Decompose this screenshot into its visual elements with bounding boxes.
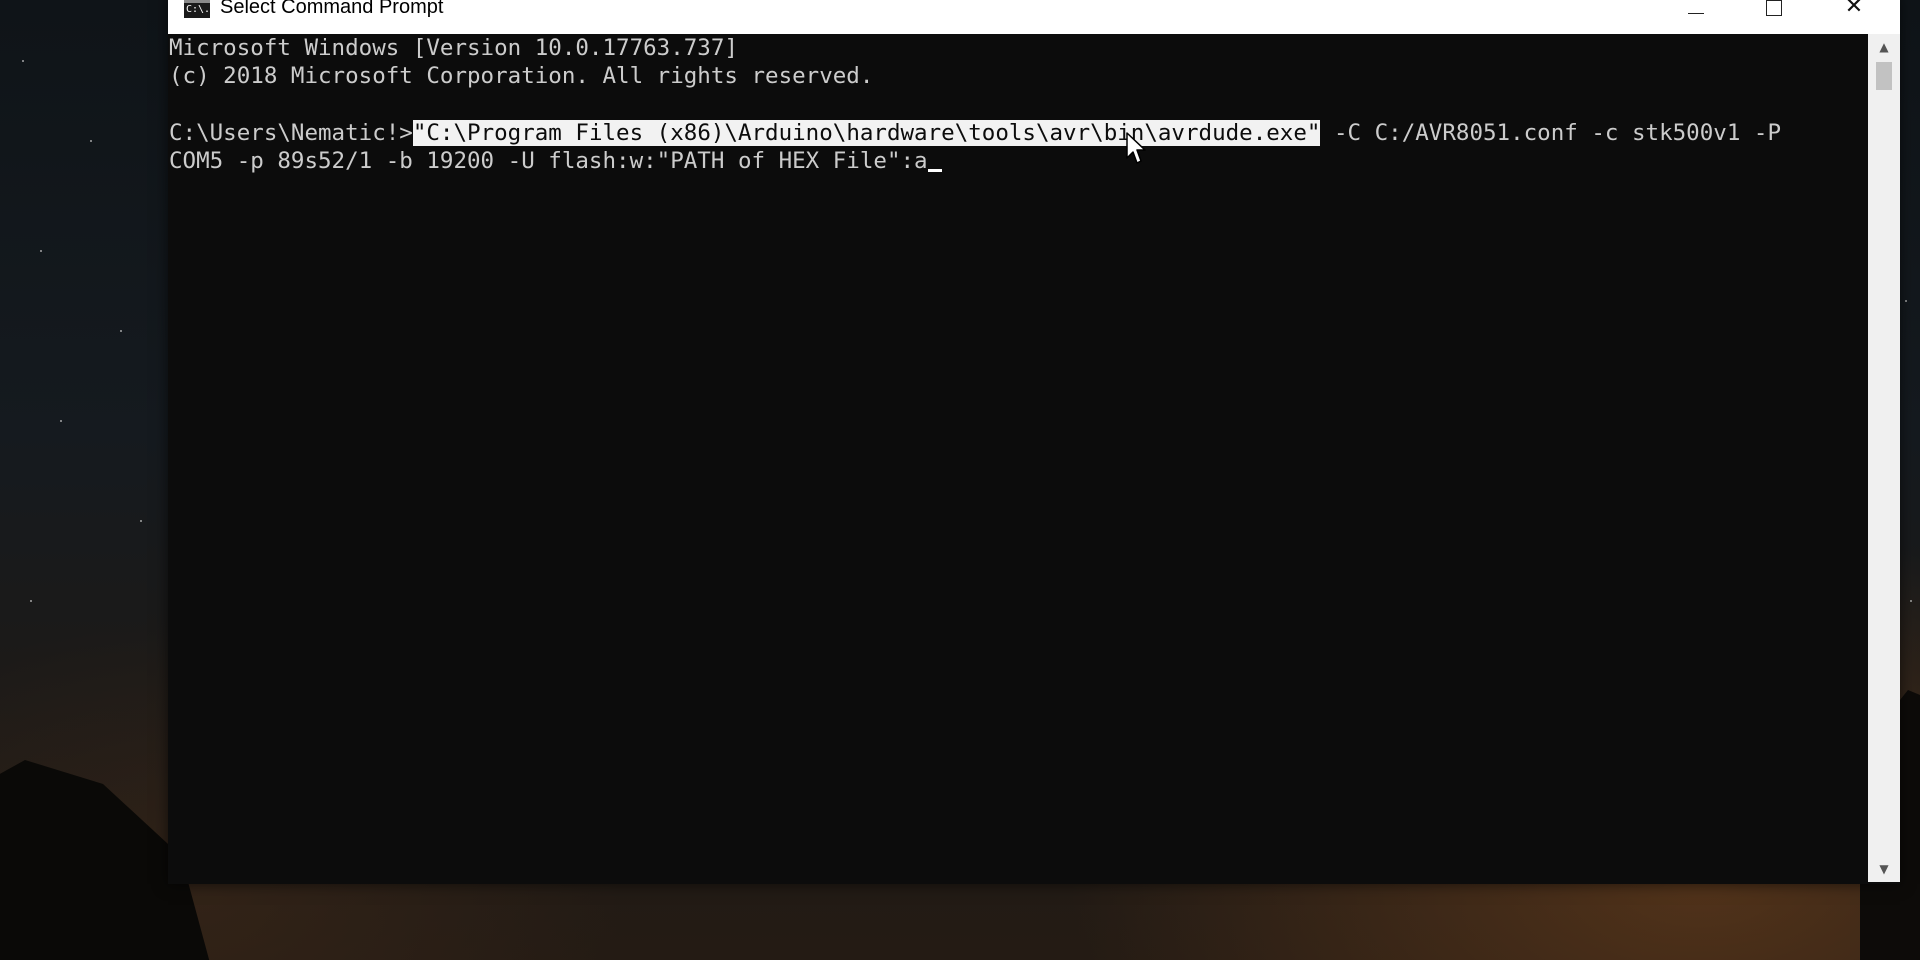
console-output[interactable]: Microsoft Windows [Version 10.0.17763.73…	[168, 34, 1868, 882]
close-button[interactable]: ✕	[1816, 0, 1892, 28]
cmd-icon: C:\.	[184, 0, 210, 18]
command-text-continued: COM5 -p 89s52/1 -b 19200 -U flash:w:"PAT…	[169, 147, 928, 174]
chevron-down-icon: ▼	[1879, 862, 1889, 876]
star	[120, 330, 122, 332]
title-bar[interactable]: C:\. Select Command Prompt ✕	[168, 0, 1900, 34]
command-line-continued[interactable]: COM5 -p 89s52/1 -b 19200 -U flash:w:"PAT…	[169, 147, 942, 175]
star	[22, 60, 24, 62]
vertical-scrollbar[interactable]: ▲ ▼	[1868, 34, 1900, 882]
selected-text[interactable]: "C:\Program Files (x86)\Arduino\hardware…	[412, 119, 1321, 146]
prompt-text: C:\Users\Nematic!>	[169, 119, 413, 146]
scroll-down-button[interactable]: ▼	[1868, 856, 1900, 882]
text-cursor	[927, 168, 942, 172]
command-prompt-window[interactable]: C:\. Select Command Prompt ✕ Microsoft W…	[168, 0, 1900, 884]
mouse-pointer-icon	[1126, 132, 1146, 164]
window-title: Select Command Prompt	[220, 0, 444, 18]
chevron-up-icon: ▲	[1879, 40, 1889, 54]
star	[40, 250, 42, 252]
maximize-icon	[1766, 0, 1782, 16]
star	[1905, 300, 1907, 302]
command-line[interactable]: C:\Users\Nematic!>"C:\Program Files (x86…	[169, 119, 1781, 147]
star	[1910, 600, 1912, 602]
console-line: (c) 2018 Microsoft Corporation. All righ…	[169, 63, 874, 90]
scroll-up-button[interactable]: ▲	[1868, 34, 1900, 60]
console-line: Microsoft Windows [Version 10.0.17763.73…	[169, 35, 738, 61]
close-icon: ✕	[1844, 0, 1864, 19]
maximize-button[interactable]	[1736, 0, 1812, 28]
scrollbar-thumb[interactable]	[1876, 62, 1892, 90]
star	[60, 420, 62, 422]
command-text: -C C:/AVR8051.conf -c stk500v1 -P	[1320, 119, 1782, 146]
minimize-icon	[1688, 12, 1704, 14]
star	[30, 600, 32, 602]
star	[90, 140, 92, 142]
star	[140, 520, 142, 522]
minimize-button[interactable]	[1658, 0, 1734, 28]
